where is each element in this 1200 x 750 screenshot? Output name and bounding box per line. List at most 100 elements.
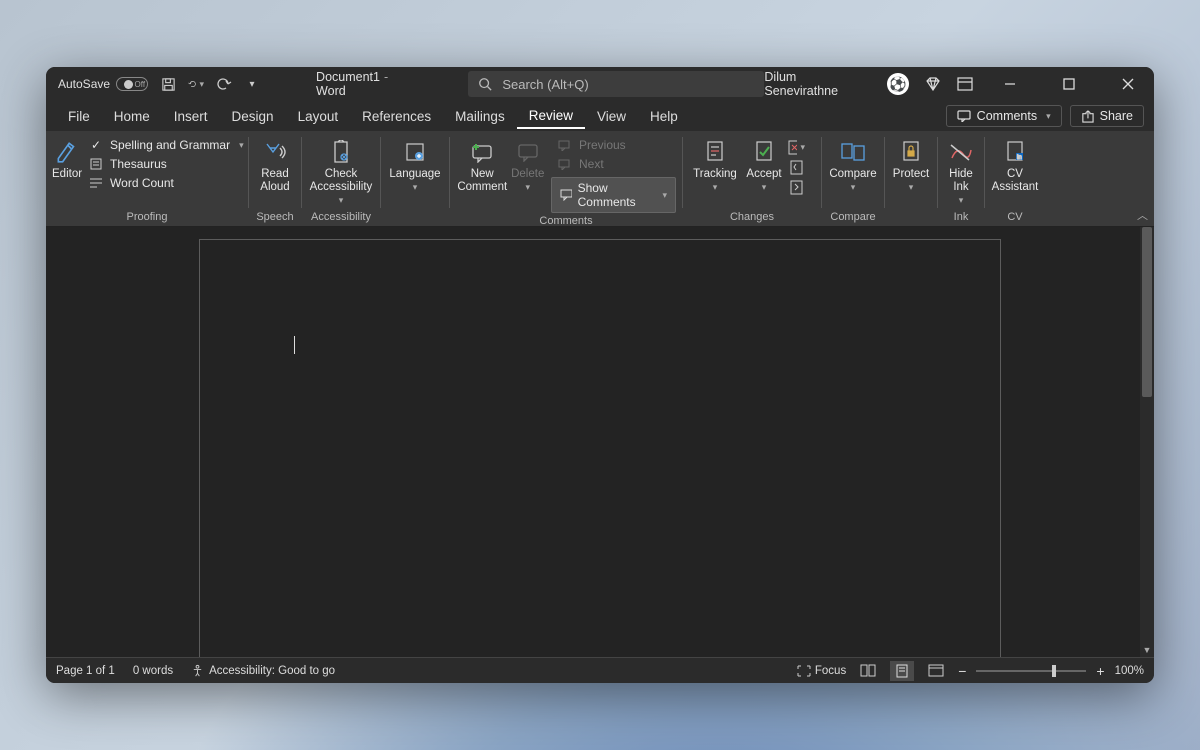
comment-icon bbox=[560, 189, 572, 201]
wordcount-icon bbox=[88, 177, 104, 189]
spelling-grammar-button[interactable]: ✓Spelling and Grammar▾ bbox=[82, 137, 250, 153]
tracking-button[interactable]: Tracking▾ bbox=[689, 135, 741, 193]
redo-icon[interactable] bbox=[216, 76, 232, 92]
page[interactable] bbox=[199, 239, 1001, 657]
thesaurus-icon bbox=[88, 157, 104, 171]
language-button[interactable]: Language▾ bbox=[387, 135, 443, 193]
save-icon[interactable] bbox=[160, 76, 176, 92]
ribbon: Editor ✓Spelling and Grammar▾ Thesaurus … bbox=[46, 131, 1154, 227]
hide-ink-button[interactable]: Hide Ink▾ bbox=[944, 135, 978, 206]
thesaurus-button[interactable]: Thesaurus bbox=[82, 156, 250, 172]
share-button[interactable]: Share bbox=[1070, 105, 1144, 127]
editor-icon bbox=[54, 139, 80, 165]
group-label-compare: Compare bbox=[822, 209, 884, 226]
spellcheck-icon: ✓ bbox=[88, 138, 104, 152]
next-change-button[interactable] bbox=[787, 178, 805, 196]
tracking-icon bbox=[705, 139, 725, 165]
cv-assistant-button[interactable]: in CV Assistant bbox=[991, 135, 1039, 194]
zoom-out-button[interactable]: − bbox=[958, 663, 966, 679]
scroll-down-icon[interactable]: ▼ bbox=[1140, 645, 1154, 655]
read-aloud-button[interactable]: Read Aloud bbox=[255, 135, 295, 194]
collapse-ribbon-icon[interactable]: ︿ bbox=[1137, 207, 1148, 223]
delete-comment-icon bbox=[517, 139, 539, 165]
reject-button[interactable]: ▾ bbox=[787, 138, 805, 156]
accessibility-status[interactable]: Accessibility: Good to go bbox=[191, 664, 335, 677]
tab-design[interactable]: Design bbox=[220, 105, 286, 128]
check-accessibility-button[interactable]: Check Accessibility▾ bbox=[308, 135, 374, 206]
word-count[interactable]: 0 words bbox=[133, 665, 173, 677]
diamond-icon[interactable] bbox=[925, 77, 941, 91]
minimize-button[interactable] bbox=[989, 67, 1032, 101]
document-area[interactable]: ▲ ▼ bbox=[46, 227, 1154, 657]
accessibility-icon bbox=[330, 139, 352, 165]
new-comment-button[interactable]: New Comment bbox=[456, 135, 508, 194]
protect-icon bbox=[901, 139, 921, 165]
show-comments-button[interactable]: Show Comments▾ bbox=[551, 177, 676, 213]
search-icon bbox=[478, 77, 492, 91]
new-comment-icon bbox=[470, 139, 494, 165]
tab-layout[interactable]: Layout bbox=[286, 105, 351, 128]
tab-home[interactable]: Home bbox=[102, 105, 162, 128]
focus-button[interactable]: Focus bbox=[797, 665, 846, 677]
protect-button[interactable]: Protect▾ bbox=[891, 135, 931, 193]
search-input[interactable]: Search (Alt+Q) bbox=[468, 71, 764, 97]
web-layout-button[interactable] bbox=[924, 661, 948, 681]
accept-button[interactable]: Accept▾ bbox=[741, 135, 787, 193]
focus-icon bbox=[797, 665, 811, 677]
qat-customize-icon[interactable]: ▾ bbox=[244, 76, 260, 92]
text-cursor bbox=[294, 336, 295, 354]
title-bar: AutoSave Off ▾ ▾ Document1-Word Search (… bbox=[46, 67, 1154, 101]
undo-icon[interactable]: ▾ bbox=[188, 76, 204, 92]
tab-review[interactable]: Review bbox=[517, 104, 585, 129]
print-layout-button[interactable] bbox=[890, 661, 914, 681]
page-indicator[interactable]: Page 1 of 1 bbox=[56, 665, 115, 677]
autosave-toggle[interactable]: AutoSave Off bbox=[58, 77, 148, 91]
tab-insert[interactable]: Insert bbox=[162, 105, 220, 128]
zoom-level[interactable]: 100% bbox=[1115, 665, 1144, 677]
window-title: Document1-Word bbox=[316, 70, 420, 98]
zoom-slider[interactable] bbox=[976, 670, 1086, 672]
delete-comment-button[interactable]: Delete▾ bbox=[508, 135, 547, 193]
zoom-in-button[interactable]: + bbox=[1096, 663, 1104, 679]
tab-references[interactable]: References bbox=[350, 105, 443, 128]
word-count-button[interactable]: Word Count bbox=[82, 175, 250, 191]
maximize-button[interactable] bbox=[1048, 67, 1091, 101]
editor-button[interactable]: Editor bbox=[52, 135, 82, 181]
next-comment-button[interactable]: Next bbox=[551, 156, 676, 172]
previous-icon bbox=[557, 139, 573, 151]
scroll-thumb[interactable] bbox=[1142, 227, 1152, 397]
previous-change-button[interactable] bbox=[787, 158, 805, 176]
vertical-scrollbar[interactable]: ▲ ▼ bbox=[1140, 227, 1154, 657]
next-icon bbox=[557, 158, 573, 170]
close-button[interactable] bbox=[1107, 67, 1150, 101]
group-label-speech: Speech bbox=[249, 209, 301, 226]
cv-icon: in bbox=[1005, 139, 1025, 165]
comment-icon bbox=[957, 110, 971, 122]
accessibility-status-icon bbox=[191, 664, 204, 677]
group-label-ink: Ink bbox=[938, 209, 984, 226]
tab-view[interactable]: View bbox=[585, 105, 638, 128]
ribbon-tabs: File Home Insert Design Layout Reference… bbox=[46, 101, 1154, 131]
comments-button[interactable]: Comments▾ bbox=[946, 105, 1062, 127]
word-window: AutoSave Off ▾ ▾ Document1-Word Search (… bbox=[46, 67, 1154, 683]
read-aloud-icon bbox=[263, 139, 287, 165]
group-label-accessibility: Accessibility bbox=[302, 209, 380, 226]
compare-button[interactable]: Compare▾ bbox=[828, 135, 878, 193]
svg-text:in: in bbox=[1017, 155, 1022, 161]
search-placeholder: Search (Alt+Q) bbox=[502, 77, 588, 92]
language-icon bbox=[404, 139, 426, 165]
tab-file[interactable]: File bbox=[56, 105, 102, 128]
previous-comment-button[interactable]: Previous bbox=[551, 137, 676, 153]
avatar[interactable]: ⚽ bbox=[887, 73, 909, 95]
status-bar: Page 1 of 1 0 words Accessibility: Good … bbox=[46, 657, 1154, 683]
group-label-proofing: Proofing bbox=[46, 209, 248, 226]
group-label-cv: CV bbox=[985, 209, 1045, 226]
user-name[interactable]: Dilum Senevirathne bbox=[764, 70, 871, 98]
autosave-label: AutoSave bbox=[58, 77, 110, 91]
ribbon-display-icon[interactable] bbox=[957, 77, 973, 91]
read-mode-button[interactable] bbox=[856, 661, 880, 681]
tab-help[interactable]: Help bbox=[638, 105, 690, 128]
ink-icon bbox=[949, 139, 973, 165]
tab-mailings[interactable]: Mailings bbox=[443, 105, 517, 128]
compare-icon bbox=[840, 139, 866, 165]
